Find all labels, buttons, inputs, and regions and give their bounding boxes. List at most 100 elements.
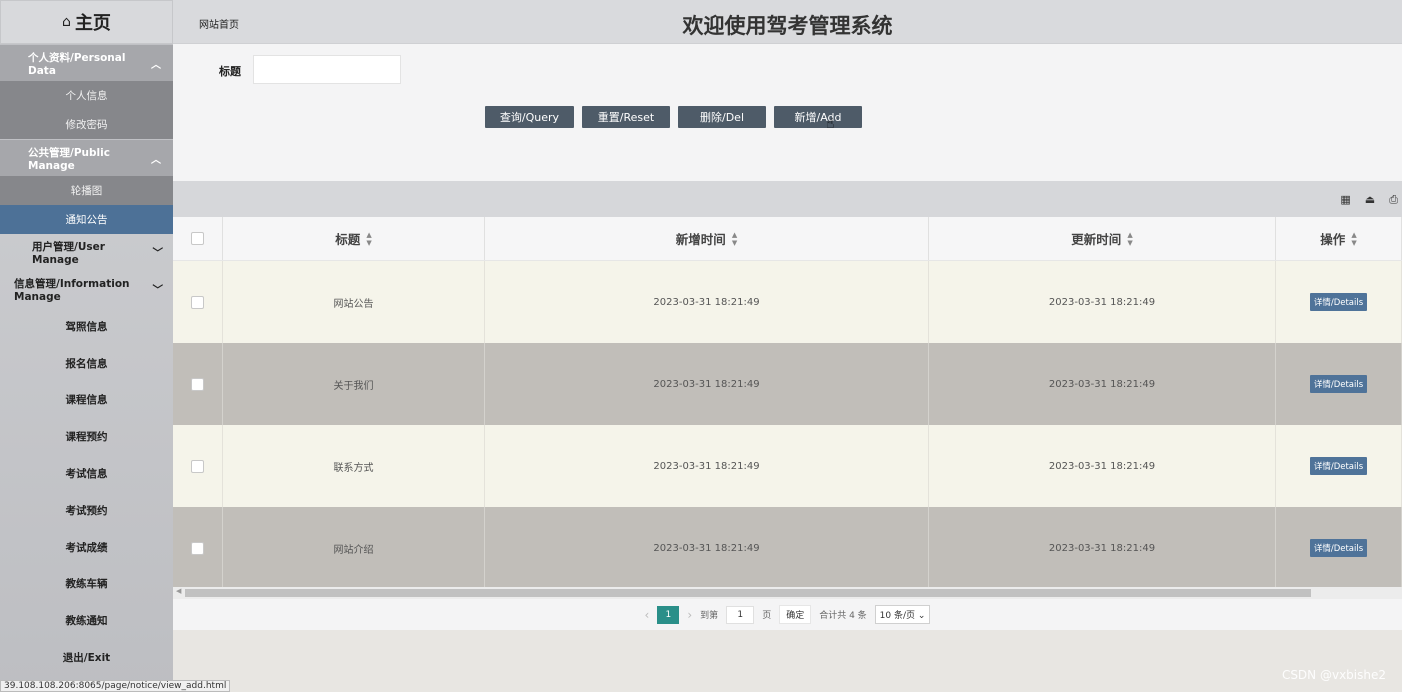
column-header-label: 更新时间 — [1071, 232, 1122, 247]
cell-created: 2023-03-31 18:21:49 — [485, 343, 929, 425]
sidebar-home[interactable]: ⌂ 主页 — [0, 0, 173, 44]
sidebar-group-public[interactable]: 公共管理/Public Manage ︿ — [0, 139, 173, 176]
cell-updated: 2023-03-31 18:21:49 — [929, 507, 1276, 589]
pagination: ‹ 1 › 到第 1 页 确定 合计共 4 条 10 条/页 ⌄ — [173, 599, 1402, 630]
column-header-label: 新增时间 — [675, 232, 726, 247]
sort-icon[interactable]: ▲ ▼ — [1351, 231, 1356, 247]
table-row: 网站公告 2023-03-31 18:21:49 2023-03-31 18:2… — [173, 261, 1402, 343]
sidebar-group-label: 公共管理/Public Manage — [28, 146, 110, 172]
chevron-up-icon: ︿ — [151, 59, 161, 71]
status-bar-url: 39.108.108.206:8065/page/notice/view_add… — [0, 680, 231, 692]
sidebar-group-label: 信息管理/Information Manage — [14, 278, 130, 303]
header: 网站首页 欢迎使用驾考管理系统 — [173, 0, 1402, 44]
horizontal-scrollbar[interactable]: ◀ — [173, 587, 1402, 599]
confirm-page-button[interactable]: 确定 — [779, 605, 812, 624]
sidebar-item-exit[interactable]: 退出/Exit — [0, 639, 173, 676]
page-title: 欢迎使用驾考管理系统 — [682, 14, 893, 38]
cell-title: 关于我们 — [223, 343, 485, 425]
sidebar-submenu-public: 轮播图 通知公告 — [0, 176, 173, 234]
column-header-created[interactable]: 新增时间 ▲ ▼ — [485, 217, 929, 260]
table-toolbar: ▦ ⏏ ⎙ — [173, 181, 1402, 217]
page-unit-label: 页 — [762, 611, 772, 621]
row-checkbox[interactable] — [191, 295, 204, 309]
goto-label: 到第 — [700, 611, 719, 621]
sidebar-item-exam-score[interactable]: 考试成绩 — [0, 529, 173, 566]
prev-page-icon[interactable]: ‹ — [645, 608, 650, 622]
cell-action: 详情/Details — [1276, 343, 1402, 425]
details-button[interactable]: 详情/Details — [1309, 457, 1368, 475]
column-header-title[interactable]: 标题 ▲ ▼ — [223, 217, 485, 260]
cell-updated: 2023-03-31 18:21:49 — [929, 425, 1276, 507]
sidebar-item-coach-notice[interactable]: 教练通知 — [0, 602, 173, 639]
row-select-cell — [173, 261, 223, 343]
select-all-cell — [173, 217, 223, 260]
row-checkbox[interactable] — [191, 377, 204, 391]
sidebar-item-registration[interactable]: 报名信息 — [0, 345, 173, 382]
sidebar-item-carousel[interactable]: 轮播图 — [0, 176, 173, 205]
chevron-down-icon: ﹀ — [152, 284, 164, 296]
sidebar-item-personal-info[interactable]: 个人信息 — [0, 81, 173, 110]
cell-title: 联系方式 — [223, 425, 485, 507]
next-page-icon[interactable]: › — [687, 608, 692, 622]
table-row: 关于我们 2023-03-31 18:21:49 2023-03-31 18:2… — [173, 343, 1402, 425]
delete-button[interactable]: 删除/Del — [678, 106, 766, 128]
sidebar-item-exam-booking[interactable]: 考试预约 — [0, 492, 173, 529]
cell-title: 网站公告 — [223, 261, 485, 343]
details-button[interactable]: 详情/Details — [1309, 293, 1368, 311]
sort-icon[interactable]: ▲ ▼ — [366, 231, 371, 247]
row-checkbox[interactable] — [191, 541, 204, 555]
total-count: 合计共 4 条 — [819, 611, 867, 621]
sort-icon[interactable]: ▲ ▼ — [1127, 231, 1132, 247]
table-row: 网站介绍 2023-03-31 18:21:49 2023-03-31 18:2… — [173, 507, 1402, 589]
add-button[interactable]: 新增/Add — [774, 106, 862, 128]
chevron-up-icon: ︿ — [151, 154, 161, 166]
details-button[interactable]: 详情/Details — [1309, 375, 1368, 393]
sidebar-item-course[interactable]: 课程信息 — [0, 382, 173, 419]
sidebar-item-course-booking[interactable]: 课程预约 — [0, 418, 173, 455]
scrollbar-thumb[interactable] — [185, 589, 1311, 597]
cell-action: 详情/Details — [1276, 507, 1402, 589]
cell-created: 2023-03-31 18:21:49 — [485, 425, 929, 507]
sidebar-item-change-password[interactable]: 修改密码 — [0, 110, 173, 139]
details-button[interactable]: 详情/Details — [1309, 539, 1368, 557]
sidebar-home-label: 主页 — [74, 13, 111, 34]
column-header-action[interactable]: 操作 ▲ ▼ — [1276, 217, 1402, 260]
current-page-button[interactable]: 1 — [657, 605, 680, 624]
sort-icon[interactable]: ▲ ▼ — [732, 231, 737, 247]
reset-button[interactable]: 重置/Reset — [582, 106, 670, 128]
columns-icon[interactable]: ▦ — [1340, 193, 1350, 207]
sidebar-group-information[interactable]: 信息管理/Information Manage ﹀ — [0, 271, 173, 308]
scroll-left-icon[interactable]: ◀ — [176, 587, 181, 595]
column-header-label: 操作 — [1320, 232, 1346, 247]
row-checkbox[interactable] — [191, 459, 204, 473]
sidebar-group-label: 个人资料/Personal Data — [28, 51, 126, 77]
title-filter-input[interactable] — [253, 55, 401, 84]
select-all-checkbox[interactable] — [191, 232, 204, 245]
app-window: ⌂ 主页 个人资料/Personal Data ︿ 个人信息 修改密码 公共管理… — [0, 0, 1402, 692]
column-header-updated[interactable]: 更新时间 ▲ ▼ — [929, 217, 1276, 260]
cell-action: 详情/Details — [1276, 425, 1402, 507]
action-buttons: 查询/Query 重置/Reset 删除/Del 新增/Add — [485, 106, 862, 128]
sidebar-group-user[interactable]: 用户管理/User Manage ﹀ — [0, 234, 173, 271]
goto-page-input[interactable]: 1 — [726, 605, 755, 624]
hand-cursor-icon: ☝ — [826, 116, 835, 132]
cell-created: 2023-03-31 18:21:49 — [485, 507, 929, 589]
data-table: 标题 ▲ ▼ 新增时间 ▲ ▼ 更新时间 ▲ ▼ 操作 ▲ ▼ 网站公告 2023-03-31 … — [173, 217, 1402, 589]
page-size-select[interactable]: 10 条/页 ⌄ — [874, 605, 931, 624]
row-select-cell — [173, 507, 223, 589]
sidebar-submenu-personal: 个人信息 修改密码 — [0, 81, 173, 139]
row-select-cell — [173, 343, 223, 425]
home-icon: ⌂ — [62, 14, 71, 30]
sidebar-group-label: 用户管理/User Manage — [32, 241, 105, 266]
print-icon[interactable]: ⎙ — [1389, 193, 1398, 207]
sidebar-item-license[interactable]: 驾照信息 — [0, 308, 173, 345]
export-icon[interactable]: ⏏ — [1365, 193, 1375, 207]
sidebar-group-personal[interactable]: 个人资料/Personal Data ︿ — [0, 44, 173, 81]
cell-updated: 2023-03-31 18:21:49 — [929, 261, 1276, 343]
sidebar-item-notice[interactable]: 通知公告 — [0, 205, 173, 234]
column-header-label: 标题 — [335, 232, 361, 247]
sidebar-item-exam[interactable]: 考试信息 — [0, 455, 173, 492]
sidebar-item-coach-vehicle[interactable]: 教练车辆 — [0, 566, 173, 603]
table-row: 联系方式 2023-03-31 18:21:49 2023-03-31 18:2… — [173, 425, 1402, 507]
query-button[interactable]: 查询/Query — [485, 106, 574, 128]
